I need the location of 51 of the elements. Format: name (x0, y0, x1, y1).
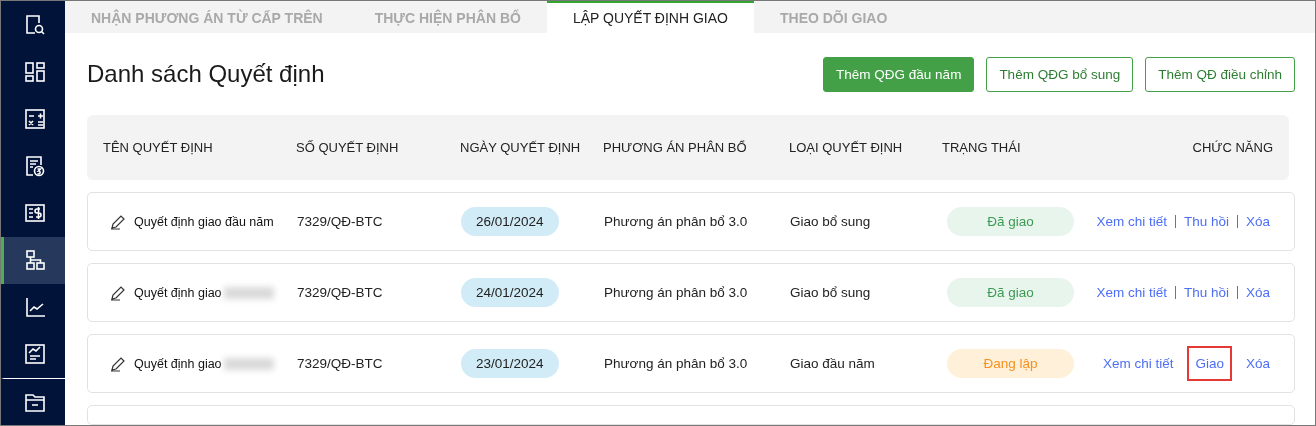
add-button[interactable]: Thêm QĐG bổ sung (986, 56, 1134, 92)
column-header: NGÀY QUYẾT ĐỊNH (460, 140, 582, 155)
column-header: TÊN QUYẾT ĐỊNH (103, 140, 214, 155)
table-cell-text: Phương án phân bổ 3.0 (604, 285, 749, 300)
action-link[interactable]: Xóa (1237, 204, 1278, 239)
status-badge: Đã giao (947, 207, 1074, 236)
table-cell-text: Giao đầu năm (790, 356, 876, 371)
sidebar-item[interactable] (1, 236, 65, 284)
action-link[interactable]: Thu hồi (1175, 204, 1237, 239)
action-link[interactable]: Xóa (1237, 346, 1278, 381)
table-cell-text: Giao bổ sung (790, 285, 872, 300)
action-link[interactable]: Thu hồi (1175, 275, 1237, 310)
dashboard-icon (23, 60, 46, 83)
search-document-icon (23, 13, 46, 36)
column-header: CHỨC NĂNG (1191, 140, 1273, 155)
add-button[interactable]: Thêm QĐ điều chỉnh (1145, 56, 1295, 92)
table-cell: Quyết định giao (134, 285, 222, 300)
action-link[interactable]: Xem chi tiết (1088, 204, 1175, 239)
table-cell-text: Phương án phân bổ 3.0 (604, 214, 749, 229)
table-cell-text: Giao bổ sung (790, 214, 872, 229)
column-header: TRẠNG THÁI (942, 140, 1022, 155)
table-cell-text: 7329/QĐ-BTC (297, 285, 384, 300)
action-link[interactable]: Xem chi tiết (1094, 346, 1182, 381)
page-title: Danh sách Quyết định (87, 60, 325, 88)
column-header: PHƯƠNG ÁN PHÂN BỔ (603, 140, 748, 155)
column-header: LOẠI QUYẾT ĐỊNH (789, 140, 904, 155)
table-cell-text: 7329/QĐ-BTC (297, 356, 384, 371)
action-link[interactable]: Giao (1187, 346, 1232, 381)
report-icon (23, 343, 46, 366)
table-cell-text: 7329/QĐ-BTC (297, 214, 384, 229)
column-header: SỐ QUYẾT ĐỊNH (296, 140, 400, 155)
date-badge: 24/01/2024 (461, 278, 559, 307)
tab[interactable]: LẬP QUYẾT ĐỊNH GIAO (546, 1, 754, 33)
status-badge: Đang lập (947, 349, 1074, 378)
action-link[interactable]: Xem chi tiết (1088, 275, 1175, 310)
table-cell: Quyết định giao (134, 356, 222, 371)
hierarchy-icon (23, 249, 46, 272)
action-link[interactable]: Xóa (1237, 275, 1278, 310)
edit-icon[interactable] (110, 213, 126, 230)
table-cell: Quyết định giao đầu năm (134, 214, 274, 229)
document-number-icon (23, 154, 46, 177)
date-badge: 23/01/2024 (461, 349, 559, 378)
calculator-icon (23, 107, 46, 130)
edit-icon[interactable] (110, 284, 126, 301)
money-document-icon (23, 202, 46, 224)
status-badge: Đã giao (947, 278, 1074, 307)
table-cell-text: Phương án phân bổ 3.0 (604, 356, 749, 371)
add-button[interactable]: Thêm QĐG đầu năm (823, 56, 975, 92)
edit-icon[interactable] (110, 355, 126, 372)
date-badge: 26/01/2024 (461, 207, 559, 236)
line-chart-icon (23, 296, 46, 319)
